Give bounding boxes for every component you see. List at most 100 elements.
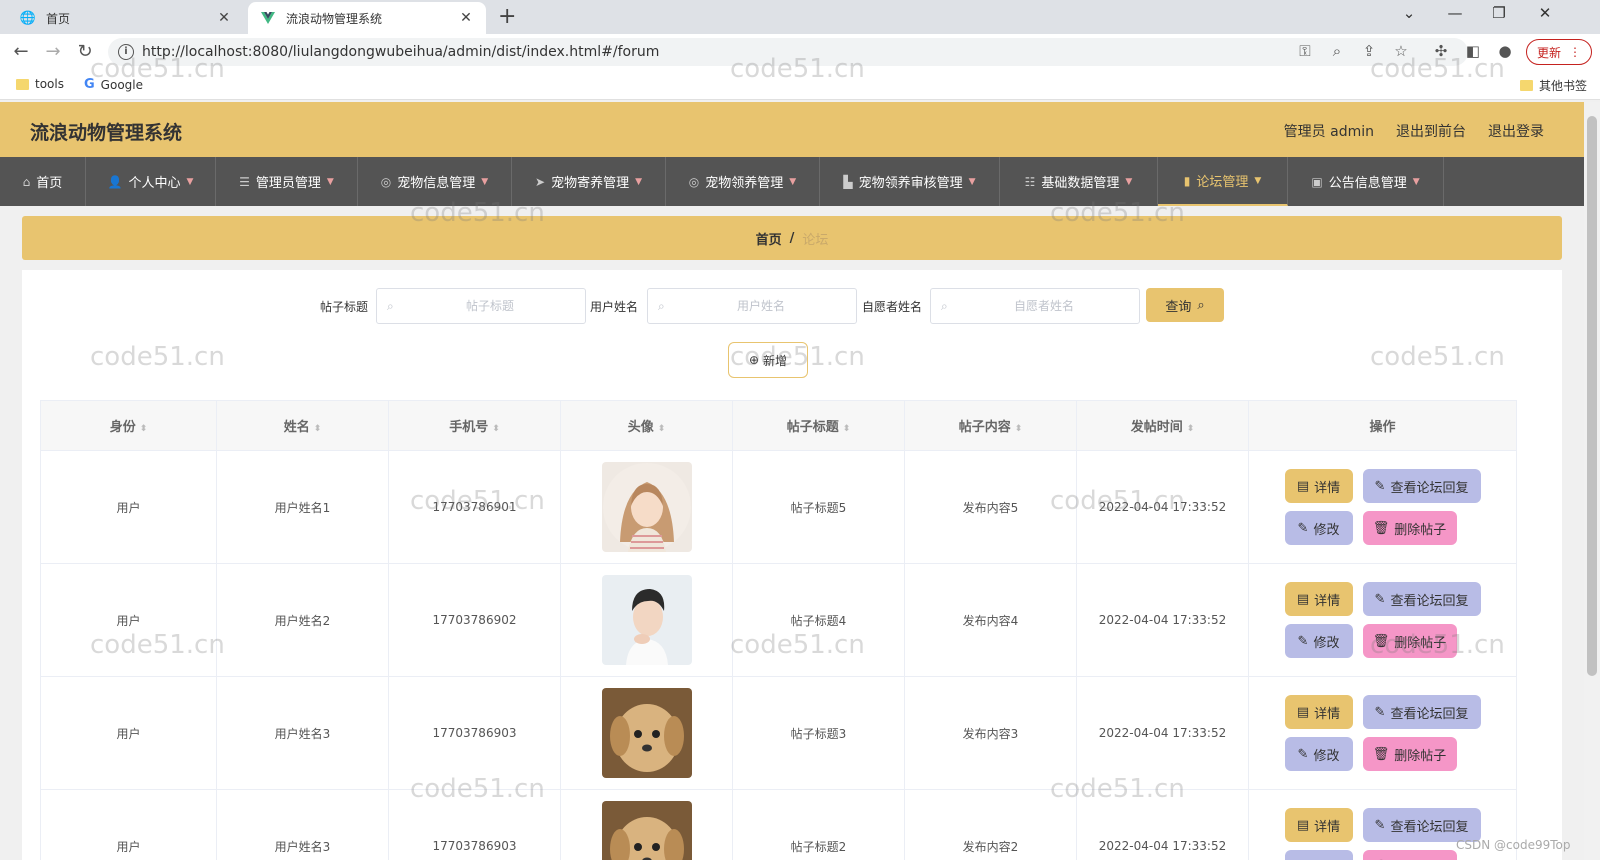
address-bar[interactable]: i http://localhost:8080/liulangdongwubei… [108, 38, 1468, 66]
cell-phone: 17703786901 [388, 450, 561, 564]
button-label: 详情 [1314, 593, 1341, 609]
zoom-icon[interactable]: ⌕ [1326, 42, 1348, 60]
update-button[interactable]: 更新 ⋮ [1526, 39, 1592, 65]
google-icon: G [84, 77, 95, 92]
view-replies-button[interactable]: ✎ 查看论坛回复 [1362, 695, 1481, 729]
sort-icon[interactable]: ⬍ [1015, 424, 1023, 434]
close-icon[interactable]: ✕ [458, 10, 474, 26]
sliders-icon: ☷ [1024, 174, 1036, 189]
edit-button[interactable]: ✎修改 [1284, 850, 1353, 860]
detail-button[interactable]: ▤ 详情 [1284, 695, 1353, 729]
sort-icon[interactable]: ⬍ [658, 424, 666, 434]
menu-item-pet-info[interactable]: ◎ 宠物信息管理 ▼ [358, 157, 512, 206]
cell-time: 2022-04-04 17:33:52 [1076, 450, 1249, 564]
view-replies-button[interactable]: ✎ 查看论坛回复 [1362, 582, 1481, 616]
button-label: 详情 [1314, 819, 1341, 835]
user-name-field[interactable]: ⌕ [647, 288, 857, 324]
exit-to-front-link[interactable]: 退出到前台 [1396, 121, 1466, 141]
delete-button[interactable]: 🗑删除帖子 [1362, 737, 1457, 771]
url-text[interactable]: http://localhost:8080/liulangdongwubeihu… [142, 44, 659, 60]
menu-item-adoption[interactable]: ◎ 宠物领养管理 ▼ [666, 157, 820, 206]
volunteer-name-input[interactable] [959, 289, 1129, 323]
menu-item-forum[interactable]: ▮ 论坛管理 ▼ [1158, 157, 1288, 206]
view-replies-button[interactable]: ✎ 查看论坛回复 [1362, 469, 1481, 503]
sort-icon[interactable]: ⬍ [314, 424, 322, 434]
add-button[interactable]: ⊕ 新增 [728, 342, 808, 378]
menu-item-foster[interactable]: ➤ 宠物寄养管理 ▼ [512, 157, 666, 206]
column-header-content[interactable]: 帖子内容 ⬍ [904, 400, 1077, 451]
user-name-input[interactable] [676, 289, 846, 323]
menu-item-personal[interactable]: 👤 个人中心 ▼ [86, 157, 216, 206]
header-label: 帖子标题 [786, 420, 839, 435]
menu-item-adoption-review[interactable]: ▙ 宠物领养审核管理 ▼ [820, 157, 1000, 206]
volunteer-name-field[interactable]: ⌕ [930, 288, 1140, 324]
menu-item-notice[interactable]: ▣ 公告信息管理 ▼ [1288, 157, 1444, 206]
delete-button[interactable]: 🗑删除帖子 [1362, 511, 1457, 545]
key-icon[interactable]: ⚿ [1294, 42, 1316, 60]
bookmark-google[interactable]: G Google [84, 77, 143, 92]
close-icon[interactable]: ✕ [216, 10, 232, 26]
back-icon[interactable]: ← [10, 41, 32, 63]
column-header-phone[interactable]: 手机号 ⬍ [388, 400, 561, 451]
edit-button[interactable]: ✎修改 [1284, 737, 1353, 771]
page-scrollbar[interactable] [1584, 102, 1600, 860]
other-bookmarks[interactable]: 其他书签 [1520, 77, 1587, 94]
bookmark-tools[interactable]: tools [16, 77, 64, 91]
share-icon[interactable]: ⇪ [1358, 42, 1380, 60]
extensions-icon[interactable]: ✣ [1430, 42, 1452, 60]
browser-tab-strip: 🌐 首页 ✕ 流浪动物管理系统 ✕ + ⌄ — ❐ ✕ [0, 0, 1600, 34]
info-icon[interactable]: i [118, 44, 134, 60]
post-title-input[interactable] [405, 289, 575, 323]
edit-button[interactable]: ✎修改 [1284, 624, 1353, 658]
profile-icon[interactable]: ● [1494, 42, 1516, 60]
address-bar-row: ← → ↻ i http://localhost:8080/liulangdon… [0, 34, 1600, 70]
forward-icon[interactable]: → [42, 41, 64, 63]
column-header-time[interactable]: 发帖时间 ⬍ [1076, 400, 1249, 451]
column-header-role[interactable]: 身份 ⬍ [40, 400, 217, 451]
column-header-name[interactable]: 姓名 ⬍ [216, 400, 389, 451]
button-label: 删除帖子 [1394, 635, 1447, 651]
bookmark-label: tools [35, 77, 64, 91]
breadcrumb-home[interactable]: 首页 [756, 229, 782, 248]
column-header-title[interactable]: 帖子标题 ⬍ [732, 400, 905, 451]
detail-button[interactable]: ▤ 详情 [1284, 808, 1353, 842]
detail-button[interactable]: ▤ 详情 [1284, 582, 1353, 616]
menu-label: 宠物领养管理 [705, 176, 784, 191]
scrollbar-thumb[interactable] [1587, 116, 1597, 676]
menu-item-home[interactable]: ⌂ 首页 [0, 157, 86, 206]
globe-icon: 🌐 [19, 10, 37, 26]
new-tab-button[interactable]: + [498, 6, 516, 28]
briefcase-icon: ▣ [1311, 174, 1323, 189]
menu-item-base-data[interactable]: ☷ 基础数据管理 ▼ [1000, 157, 1158, 206]
menu-item-admins[interactable]: ☰ 管理员管理 ▼ [216, 157, 358, 206]
query-button[interactable]: 查询 ⌕ [1146, 288, 1224, 322]
puppy-avatar [601, 801, 692, 860]
minimize-icon[interactable]: — [1444, 4, 1466, 22]
view-replies-button[interactable]: ✎ 查看论坛回复 [1362, 808, 1481, 842]
sort-icon[interactable]: ⬍ [843, 424, 851, 434]
sort-icon[interactable]: ⬍ [140, 424, 148, 434]
edit-icon: ✎ [1374, 478, 1386, 494]
tab-search-icon[interactable]: ⌄ [1398, 4, 1420, 22]
logout-link[interactable]: 退出登录 [1488, 121, 1544, 141]
detail-button[interactable]: ▤ 详情 [1284, 469, 1353, 503]
csdn-credit: CSDN @code99Top [1456, 838, 1571, 852]
post-title-field[interactable]: ⌕ [376, 288, 586, 324]
column-header-avatar[interactable]: 头像 ⬍ [560, 400, 733, 451]
sidepanel-icon[interactable]: ◧ [1462, 42, 1484, 60]
edit-button[interactable]: ✎修改 [1284, 511, 1353, 545]
browser-tab-app[interactable]: 流浪动物管理系统 ✕ [248, 2, 486, 34]
table-row: 用户 用户姓名2 17703786902 帖子标题4 发布内容4 2022-04… [40, 563, 1517, 677]
sort-icon[interactable]: ⬍ [1187, 424, 1195, 434]
browser-tab-home[interactable]: 🌐 首页 ✕ [8, 2, 244, 34]
window-close-icon[interactable]: ✕ [1534, 4, 1556, 22]
maximize-icon[interactable]: ❐ [1488, 4, 1510, 22]
star-icon[interactable]: ☆ [1390, 42, 1412, 60]
more-icon: ⋮ [1569, 45, 1581, 59]
delete-button[interactable]: 🗑删除帖子 [1362, 624, 1457, 658]
table-header-row: 身份 ⬍ 姓名 ⬍ 手机号 ⬍ 头像 ⬍ 帖子标题 ⬍ 帖子内容 ⬍ 发帖时间 ⬍ 操作 [40, 400, 1517, 451]
sort-icon[interactable]: ⬍ [492, 424, 500, 434]
document-icon: ▤ [1296, 704, 1310, 720]
reload-icon[interactable]: ↻ [74, 41, 96, 63]
delete-button[interactable]: 🗑删除帖子 [1362, 850, 1457, 860]
